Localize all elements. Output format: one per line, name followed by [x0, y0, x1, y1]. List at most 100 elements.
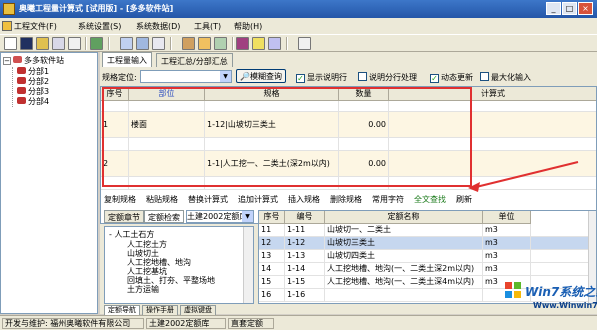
tab-quota-search[interactable]: 定额检索	[144, 210, 184, 223]
table-row[interactable]	[101, 138, 596, 151]
table-icon[interactable]	[152, 37, 165, 50]
tab-quantity-input[interactable]: 工程量输入	[102, 52, 152, 67]
help-icon[interactable]	[268, 37, 281, 50]
table-row[interactable]: 1 楼面 1-12|山坡切三类土 0.00	[101, 112, 596, 138]
cell-formula[interactable]	[389, 112, 596, 137]
col-header-code: 编号	[285, 211, 325, 224]
checkbox-icon	[358, 72, 367, 81]
tree-item-part4[interactable]: 分部4	[17, 96, 49, 107]
table-row[interactable]: 13 1-13 山坡切四类土 m3	[259, 250, 588, 263]
cell-unit: m3	[483, 250, 531, 263]
cell-spec[interactable]	[205, 138, 339, 150]
cell-no[interactable]	[101, 177, 129, 189]
cell-no: 15	[259, 276, 285, 289]
dynamic-update-checkbox[interactable]: ✓ 动态更新	[430, 72, 473, 83]
table-row[interactable]	[101, 101, 596, 112]
cell-no[interactable]: 2	[101, 151, 129, 176]
cell-qty[interactable]	[339, 177, 389, 189]
table-row-selected[interactable]: 12 1-12 山坡切三类土 m3	[259, 237, 588, 250]
cell-part[interactable]	[129, 101, 205, 111]
tree-item-label: 分部2	[28, 77, 50, 86]
note-split-checkbox[interactable]: 说明分行处理	[358, 72, 417, 83]
cell-code: 1-15	[285, 276, 325, 289]
cell-no[interactable]	[101, 138, 129, 150]
cell-no[interactable]: 1	[101, 112, 129, 137]
watermark-url: Www.Winwin7.com	[533, 301, 597, 310]
calc-icon[interactable]	[120, 37, 133, 50]
book-icon[interactable]	[90, 37, 103, 50]
cell-no: 11	[259, 224, 285, 237]
chapter-scrollbar[interactable]	[243, 227, 253, 303]
cell-spec[interactable]	[205, 177, 339, 189]
tree-root[interactable]: − 多多软件站	[3, 55, 64, 66]
new-file-icon[interactable]	[4, 37, 17, 50]
paste-spec-button[interactable]: 粘贴规格	[146, 194, 178, 205]
menu-bar: 工程文件(F) 系统设置(S) 系统数据(D) 工具(T) 帮助(H)	[0, 18, 597, 34]
exit-icon[interactable]	[298, 37, 311, 50]
chevron-down-icon[interactable]: ▼	[242, 211, 253, 222]
library-icon[interactable]	[236, 37, 249, 50]
cell-qty[interactable]	[339, 101, 389, 111]
collapse-icon[interactable]: -	[109, 230, 112, 239]
table-row[interactable]: 11 1-11 山坡切一、二类土 m3	[259, 224, 588, 237]
minimize-button[interactable]: _	[546, 2, 561, 15]
collapse-icon[interactable]: −	[3, 57, 11, 65]
save-icon[interactable]	[20, 37, 33, 50]
cell-unit: m3	[483, 224, 531, 237]
maximize-button[interactable]: □	[562, 2, 577, 15]
replace-formula-button[interactable]: 替换计算式	[188, 194, 228, 205]
cell-spec[interactable]: 1-12|山坡切三类土	[205, 112, 339, 137]
chapter-tree: - 人工土石方 人工挖土方 山坡切土 人工挖地槽、地沟 人工挖基坑 回填土、打夯…	[104, 226, 254, 304]
cell-formula[interactable]	[389, 138, 596, 150]
export-icon[interactable]	[214, 37, 227, 50]
table-row[interactable]: 14 1-14 人工挖地槽、地沟(一、二类土深2m以内) m3	[259, 263, 588, 276]
cell-qty[interactable]: 0.00	[339, 151, 389, 176]
menu-tools[interactable]: 工具(T)	[194, 21, 221, 32]
cell-qty[interactable]: 0.00	[339, 112, 389, 137]
tab-summary[interactable]: 工程汇总/分部汇总	[156, 53, 233, 67]
cell-no[interactable]	[101, 101, 129, 111]
cell-part[interactable]	[129, 177, 205, 189]
grid-icon[interactable]	[136, 37, 149, 50]
col-header-no: 序号	[101, 87, 129, 101]
person-icon[interactable]	[198, 37, 211, 50]
show-note-checkbox[interactable]: ✓ 显示说明行	[296, 72, 347, 83]
cell-no: 13	[259, 250, 285, 263]
cell-no: 14	[259, 263, 285, 276]
print-icon[interactable]	[182, 37, 195, 50]
quota-library-select[interactable]: 土建2002定额库 ▼	[186, 210, 254, 223]
document-icon[interactable]	[68, 37, 81, 50]
spec-locate-combo[interactable]: ▼	[140, 70, 232, 83]
menu-file[interactable]: 工程文件(F)	[2, 21, 57, 32]
common-chars-button[interactable]: 常用字符	[372, 194, 404, 205]
cell-part[interactable]	[129, 138, 205, 150]
main-panel: 工程量输入 工程汇总/分部汇总 规格定位: ▼ 🔎模糊查询 ✓ 显示说明行 说明分…	[100, 52, 597, 316]
cell-spec[interactable]: 1-1|人工挖一、二类土(深2m以内)	[205, 151, 339, 176]
cell-qty[interactable]	[339, 138, 389, 150]
chapter-item[interactable]: 土方运输	[127, 284, 159, 295]
maximize-input-checkbox[interactable]: 最大化输入	[480, 72, 531, 83]
cell-part[interactable]: 楼面	[129, 112, 205, 137]
tip-icon[interactable]	[252, 37, 265, 50]
cell-formula[interactable]	[389, 101, 596, 111]
cell-no: 12	[259, 237, 285, 250]
fulltext-search-button[interactable]: 全文查找	[414, 194, 446, 205]
refresh-button[interactable]: 刷新	[456, 194, 472, 205]
open-folder-icon[interactable]	[36, 37, 49, 50]
cell-spec[interactable]	[205, 101, 339, 111]
chevron-down-icon[interactable]: ▼	[220, 71, 231, 82]
insert-spec-button[interactable]: 插入规格	[288, 194, 320, 205]
menu-settings[interactable]: 系统设置(S)	[78, 21, 121, 32]
properties-icon[interactable]	[52, 37, 65, 50]
tree-item-label: 分部3	[28, 87, 50, 96]
append-formula-button[interactable]: 追加计算式	[238, 194, 278, 205]
menu-data[interactable]: 系统数据(D)	[136, 21, 180, 32]
cell-part[interactable]	[129, 151, 205, 176]
cell-code: 1-13	[285, 250, 325, 263]
fuzzy-search-button[interactable]: 🔎模糊查询	[236, 69, 286, 83]
delete-spec-button[interactable]: 删除规格	[330, 194, 362, 205]
copy-spec-button[interactable]: 复制规格	[104, 194, 136, 205]
tab-quota-chapter[interactable]: 定额章节	[104, 210, 144, 223]
close-button[interactable]: ×	[578, 2, 593, 15]
menu-help[interactable]: 帮助(H)	[234, 21, 262, 32]
